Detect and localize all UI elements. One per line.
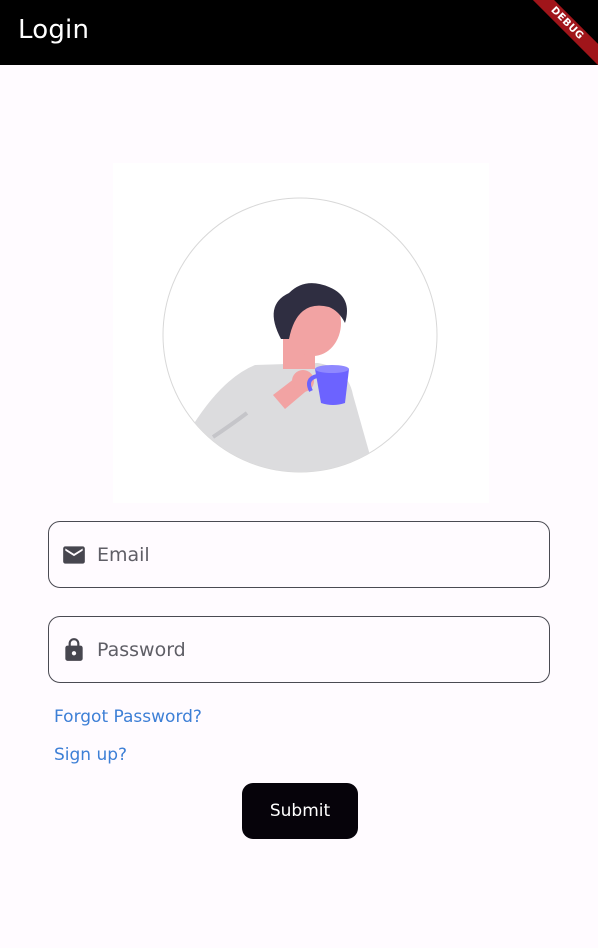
page-title: Login [18, 15, 90, 45]
email-input[interactable] [97, 522, 537, 587]
password-field[interactable] [48, 616, 550, 683]
app-bar: Login DEBUG [0, 0, 598, 65]
person-with-mug-illustration [162, 197, 438, 473]
illustration-card [113, 163, 489, 503]
forgot-password-link[interactable]: Forgot Password? [54, 706, 202, 728]
lock-icon [65, 638, 83, 661]
sign-up-link[interactable]: Sign up? [54, 744, 127, 766]
submit-button[interactable]: Submit [242, 783, 358, 839]
email-field[interactable] [48, 521, 550, 588]
password-input[interactable] [97, 617, 537, 682]
debug-banner: DEBUG [515, 0, 598, 65]
mail-icon [63, 546, 85, 564]
